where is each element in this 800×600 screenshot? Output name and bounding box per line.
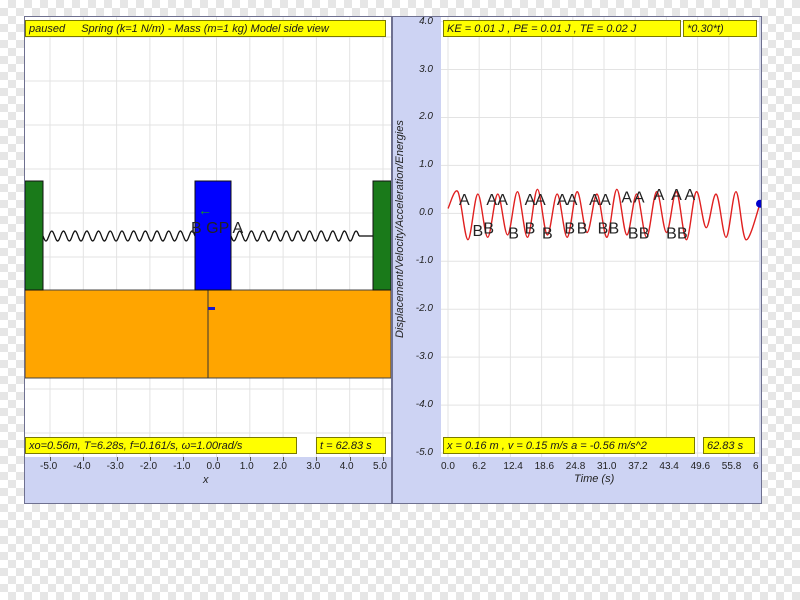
mass-label: B GP A — [191, 220, 244, 237]
model-params: xo=0.56m, T=6.28s, f=0.161/s, ω=1.00rad/… — [25, 437, 297, 454]
marker-label: B — [639, 225, 650, 242]
x-tick-label: -4.0 — [73, 461, 91, 472]
marker-label: B — [564, 221, 575, 238]
x-tick-mark — [216, 457, 218, 461]
x-tick-label: 3.0 — [306, 461, 321, 472]
x-tick-label: 55.8 — [721, 461, 742, 472]
x-tick-label: 0.0 — [206, 461, 221, 472]
x-tick-mark — [249, 457, 251, 461]
x-tick-label: 6.2 — [472, 461, 487, 472]
marker-label: B — [598, 221, 609, 238]
state-readout: x = 0.16 m , v = 0.15 m/s a = -0.56 m/s^… — [443, 437, 695, 454]
marker-label: A — [459, 192, 470, 209]
marker-label: B — [577, 221, 588, 238]
model-view[interactable]: B GP A ← paused Spring (k=1 N/m) - Mass … — [25, 17, 391, 457]
spring-left — [42, 230, 196, 242]
formula-fragment: *0.30*t) — [683, 20, 757, 37]
x-tick-label: 4.0 — [339, 461, 354, 472]
marker-label: B — [472, 223, 483, 240]
marker-label: A — [684, 187, 695, 204]
x-tick-label: 5.0 — [373, 461, 387, 472]
marker-label: B — [666, 225, 677, 242]
marker-label: A — [589, 192, 600, 209]
marker-label: A — [634, 190, 645, 207]
velocity-arrow-icon: ← — [198, 202, 212, 218]
marker-label: B — [525, 221, 536, 238]
spring-model-panel: B GP A ← paused Spring (k=1 N/m) - Mass … — [24, 16, 392, 504]
x-tick-label: 1.0 — [239, 461, 254, 472]
x-tick-mark — [183, 457, 185, 461]
x-tick-mark — [383, 457, 384, 461]
marker-label: A — [567, 192, 578, 209]
current-point — [756, 199, 761, 208]
graph-markers: AB BA AB BA ABA AB BA AB BA AB BA A AB B — [459, 187, 695, 242]
marker-label: B — [628, 225, 639, 242]
x-tick-mark — [316, 457, 318, 461]
x-tick-label: -5.0 — [40, 461, 58, 472]
y-tick-label: 4.0 — [419, 16, 433, 27]
x-tick-label: -2.0 — [139, 461, 158, 472]
graph-panel: 4.0 3.0 2.0 1.0 0.0 -1.0 -2.0 -3.0 -4.0 -5.0 Disp… — [392, 16, 762, 504]
marker-label: A — [654, 187, 665, 204]
x-tick-label: 6 — [753, 461, 759, 472]
x-tick-mark — [349, 457, 351, 461]
model-title-bar: paused Spring (k=1 N/m) - Mass (m=1 kg) … — [25, 20, 386, 37]
model-svg — [25, 17, 391, 457]
graph-plot[interactable]: ABBAABBAABAABBAABBAABBAAABB KE = 0.01 J … — [441, 17, 761, 457]
y-tick-label: -5.0 — [415, 447, 433, 458]
marker-label: B — [542, 225, 553, 242]
x-tick-label: 31.0 — [597, 461, 617, 472]
marker-label: A — [535, 192, 546, 209]
model-x-label: x — [203, 474, 209, 486]
energies-readout: KE = 0.01 J , PE = 0.01 J , TE = 0.02 J — [443, 20, 681, 37]
marker-label: A — [671, 187, 682, 204]
x-tick-label: 18.6 — [534, 461, 555, 472]
right-wall — [372, 180, 391, 291]
x-tick-label: -3.0 — [106, 461, 124, 472]
marker-label: A — [486, 192, 497, 209]
x-tick-label: 12.4 — [503, 461, 523, 472]
model-title: Spring (k=1 N/m) - Mass (m=1 kg) Model s… — [81, 23, 329, 35]
x-tick-label: -1.0 — [173, 461, 191, 472]
model-time: t = 62.83 s — [316, 437, 386, 454]
x-tick-label: 37.2 — [628, 461, 648, 472]
marker-label: B — [677, 225, 688, 242]
marker-label: A — [600, 192, 611, 209]
marker-label: A — [621, 190, 632, 207]
x-tick-label: 2.0 — [273, 461, 287, 472]
x-tick-label: 24.8 — [565, 461, 586, 472]
status-label: paused — [29, 23, 66, 35]
x-tick-label: 43.4 — [659, 461, 679, 472]
x-tick-mark — [116, 457, 118, 461]
x-tick-mark — [283, 457, 285, 461]
graph-y-label: Displacement/Velocity/Acceleration/Energ… — [394, 120, 406, 338]
marker-label: B — [483, 221, 494, 238]
left-wall — [25, 180, 44, 291]
graph-time: 62.83 s — [703, 437, 755, 454]
y-tick-label: 3.0 — [419, 63, 433, 75]
origin-marker — [208, 307, 215, 310]
x-tick-mark — [50, 457, 51, 461]
x-tick-label: 49.6 — [690, 461, 711, 472]
marker-label: A — [525, 192, 536, 209]
marker-label: B — [508, 225, 519, 242]
marker-label: B — [609, 221, 620, 238]
marker-label: A — [497, 192, 508, 209]
x-tick-mark — [149, 457, 151, 461]
x-tick-mark — [83, 457, 85, 461]
graph-x-label: Time (s) — [574, 473, 615, 485]
y-tick-label: -4.0 — [415, 399, 433, 411]
graph-svg: AB BA AB BA ABA AB BA AB BA AB BA A AB B — [441, 17, 761, 457]
x-tick-label: 0.0 — [441, 461, 455, 472]
